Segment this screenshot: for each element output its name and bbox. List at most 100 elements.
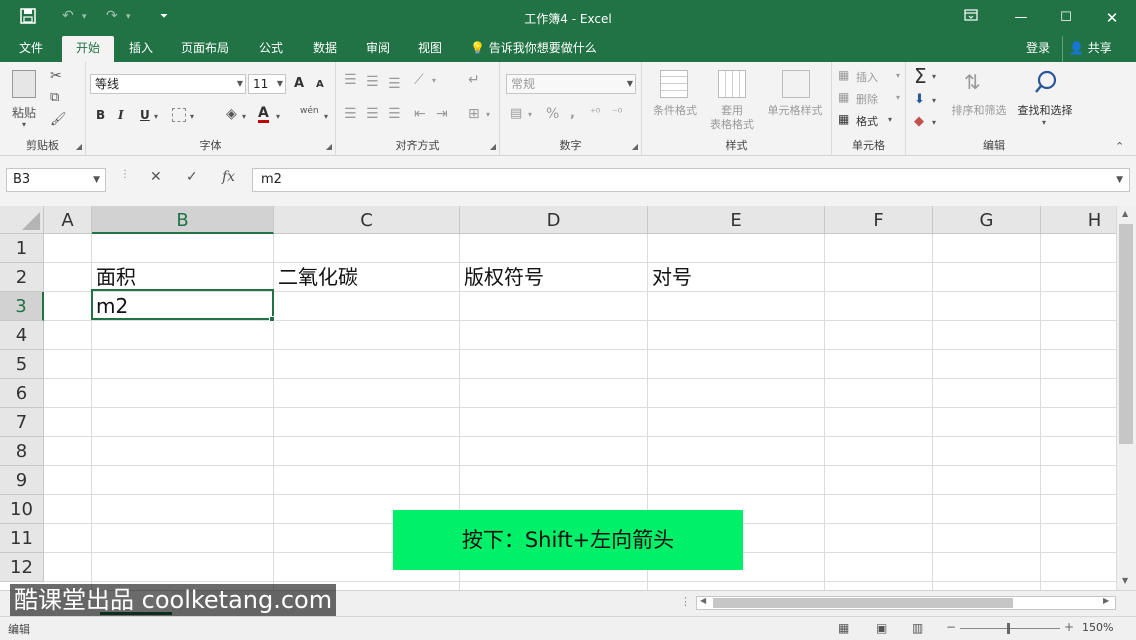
merge-dropdown-icon[interactable]: ▾ xyxy=(486,110,490,119)
zoom-level[interactable]: 150% xyxy=(1082,621,1113,634)
row-header-11[interactable]: 11 xyxy=(0,524,44,553)
clear-icon[interactable]: ◆ xyxy=(914,114,924,129)
select-all-button[interactable] xyxy=(0,206,44,234)
align-left-icon[interactable]: ☰ xyxy=(344,106,357,122)
tab-home[interactable]: 开始 xyxy=(62,36,114,62)
copy-icon[interactable]: ⧉ xyxy=(50,90,59,105)
clear-dropdown-icon[interactable]: ▾ xyxy=(932,118,936,127)
phonetic-dropdown-icon[interactable]: ▾ xyxy=(324,112,328,121)
column-header-d[interactable]: D xyxy=(460,206,648,234)
horizontal-scrollbar[interactable]: ◀ ▶ xyxy=(696,596,1116,610)
format-painter-icon[interactable]: 🖌 xyxy=(50,112,67,127)
column-header-e[interactable]: E xyxy=(648,206,825,234)
borders-icon[interactable] xyxy=(172,108,186,122)
zoom-in-icon[interactable]: + xyxy=(1064,620,1074,634)
bold-button[interactable]: B xyxy=(96,108,105,122)
autosum-dropdown-icon[interactable]: ▾ xyxy=(932,72,936,81)
row-header-7[interactable]: 7 xyxy=(0,408,44,437)
merge-center-icon[interactable]: ⊞ xyxy=(468,106,480,122)
row-header-8[interactable]: 8 xyxy=(0,437,44,466)
font-size-select[interactable]: 11 ▼ xyxy=(248,74,286,94)
increase-indent-icon[interactable]: ⇥ xyxy=(436,106,448,122)
align-middle-icon[interactable]: ☰ xyxy=(366,74,379,90)
align-bottom-icon[interactable]: ☰ xyxy=(388,76,401,92)
tab-formulas[interactable]: 公式 xyxy=(248,36,294,62)
ribbon-display-options-icon[interactable] xyxy=(956,6,986,30)
sort-filter-button[interactable]: ⇅ 排序和筛选 xyxy=(946,66,1012,136)
clipboard-launcher-icon[interactable]: ◢ xyxy=(76,142,82,151)
paste-button[interactable]: 粘贴 ▾ xyxy=(8,68,42,129)
fill-handle[interactable] xyxy=(269,316,275,322)
cell-styles-button[interactable]: 单元格样式 xyxy=(762,66,828,136)
collapse-ribbon-icon[interactable]: ⌃ xyxy=(1115,140,1124,153)
tab-review[interactable]: 审阅 xyxy=(355,36,401,62)
minimize-icon[interactable]: — xyxy=(1006,6,1036,30)
number-launcher-icon[interactable]: ◢ xyxy=(632,142,638,151)
font-color-icon[interactable]: A xyxy=(258,106,269,123)
shrink-font-icon[interactable]: A xyxy=(316,79,324,90)
normal-view-icon[interactable]: ▦ xyxy=(838,621,849,635)
fill-dropdown-icon[interactable]: ▾ xyxy=(932,96,936,105)
autosum-icon[interactable]: Σ xyxy=(914,64,927,88)
cancel-entry-button[interactable]: ✕ xyxy=(150,169,162,185)
percent-style-button[interactable]: % xyxy=(546,106,559,122)
page-break-view-icon[interactable]: ▥ xyxy=(912,621,923,635)
zoom-slider-knob[interactable] xyxy=(1007,623,1010,634)
format-as-table-button[interactable]: 套用 表格格式 xyxy=(704,66,760,136)
column-header-f[interactable]: F xyxy=(825,206,933,234)
column-header-h[interactable]: H xyxy=(1041,206,1116,234)
cell-b2[interactable]: 面积 xyxy=(92,263,136,292)
format-cells-button[interactable]: ▦ 格式 ▾ xyxy=(838,112,904,130)
align-top-icon[interactable]: ☰ xyxy=(344,72,357,88)
font-launcher-icon[interactable]: ◢ xyxy=(326,142,332,151)
row-header-1[interactable]: 1 xyxy=(0,234,44,263)
confirm-entry-button[interactable]: ✓ xyxy=(186,169,198,185)
column-header-b[interactable]: B xyxy=(92,206,274,234)
conditional-formatting-button[interactable]: 条件格式 xyxy=(646,66,702,136)
scroll-up-icon[interactable]: ▲ xyxy=(1122,209,1128,218)
maximize-icon[interactable]: ☐ xyxy=(1051,6,1081,30)
find-select-button[interactable]: 查找和选择 ▾ xyxy=(1012,66,1078,136)
fill-color-icon[interactable]: ◈ xyxy=(226,106,237,122)
vertical-scroll-thumb[interactable] xyxy=(1119,224,1133,444)
align-center-icon[interactable]: ☰ xyxy=(366,106,379,122)
row-header-5[interactable]: 5 xyxy=(0,350,44,379)
fill-color-dropdown-icon[interactable]: ▾ xyxy=(242,112,246,121)
login-link[interactable]: 登录 xyxy=(1026,36,1050,60)
insert-cells-button[interactable]: ▦ 插入 ▾ xyxy=(838,68,904,86)
align-right-icon[interactable]: ☰ xyxy=(388,106,401,122)
accounting-dropdown-icon[interactable]: ▾ xyxy=(528,110,532,119)
wrap-text-icon[interactable]: ↵ xyxy=(468,72,480,88)
formula-input[interactable]: m2 ▼ xyxy=(252,168,1130,192)
decrease-indent-icon[interactable]: ⇤ xyxy=(414,106,426,122)
share-button[interactable]: 👤 共享 xyxy=(1062,36,1118,62)
phonetic-icon[interactable]: wén xyxy=(300,106,319,116)
page-layout-view-icon[interactable]: ▣ xyxy=(876,621,887,635)
tab-file[interactable]: 文件 xyxy=(10,36,52,62)
insert-function-button[interactable]: fx xyxy=(222,169,235,185)
accounting-format-icon[interactable]: ▤ xyxy=(510,106,522,121)
cut-icon[interactable]: ✂ xyxy=(50,68,62,84)
column-header-c[interactable]: C xyxy=(274,206,460,234)
row-header-9[interactable]: 9 xyxy=(0,466,44,495)
row-header-4[interactable]: 4 xyxy=(0,321,44,350)
alignment-launcher-icon[interactable]: ◢ xyxy=(490,142,496,151)
column-header-g[interactable]: G xyxy=(933,206,1041,234)
comma-style-icon[interactable]: , xyxy=(570,106,575,121)
close-icon[interactable]: ✕ xyxy=(1097,6,1127,30)
scroll-left-icon[interactable]: ◀ xyxy=(700,596,706,605)
font-name-select[interactable]: 等线 ▼ xyxy=(90,74,246,94)
cell-d2[interactable]: 版权符号 xyxy=(460,263,544,292)
italic-button[interactable]: I xyxy=(118,108,124,122)
cell-c2[interactable]: 二氧化碳 xyxy=(274,263,358,292)
tab-data[interactable]: 数据 xyxy=(302,36,348,62)
underline-button[interactable]: U xyxy=(140,108,150,122)
horizontal-scroll-thumb[interactable] xyxy=(713,598,1013,608)
cell-e2[interactable]: 对号 xyxy=(648,263,692,292)
tab-view[interactable]: 视图 xyxy=(407,36,453,62)
number-format-select[interactable]: 常规 ▼ xyxy=(506,74,636,94)
zoom-slider[interactable] xyxy=(960,628,1060,629)
row-header-10[interactable]: 10 xyxy=(0,495,44,524)
tab-split-handle[interactable]: ⋮ xyxy=(680,595,691,608)
scroll-down-icon[interactable]: ▼ xyxy=(1122,576,1128,585)
